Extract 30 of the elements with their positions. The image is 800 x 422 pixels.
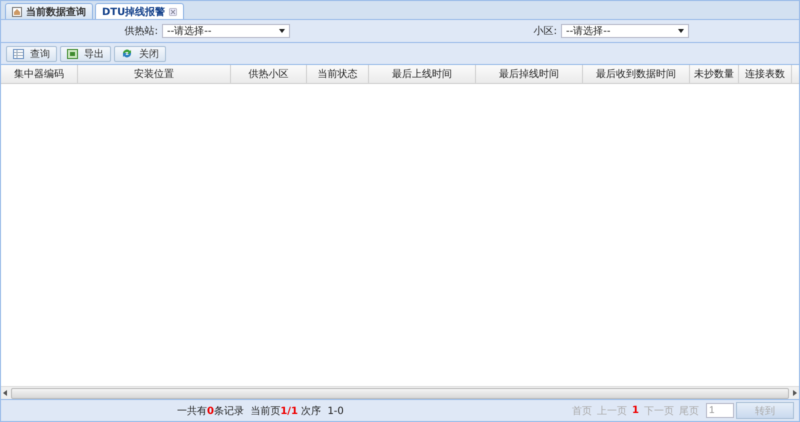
scroll-left-icon[interactable] <box>1 389 9 397</box>
filter-label: 供热站: <box>124 24 158 38</box>
column-header[interactable]: 最后上线时间 <box>369 65 476 83</box>
home-icon <box>12 6 22 16</box>
dropdown-arrow-icon <box>279 29 285 33</box>
pager-link[interactable]: 1 <box>632 405 639 416</box>
dropdown-arrow-icon <box>678 29 684 33</box>
tab[interactable]: DTU掉线报警 <box>95 3 184 19</box>
column-header[interactable]: 未抄数量 <box>690 65 739 83</box>
dropdown-field[interactable]: --请选择-- <box>561 24 689 38</box>
column-header[interactable]: 最后收到数据时间 <box>583 65 690 83</box>
column-header[interactable]: 最后掉线时间 <box>476 65 583 83</box>
filter-label: 小区: <box>534 24 557 38</box>
tab[interactable]: 当前数据查询 <box>5 3 93 19</box>
dropdown-field[interactable]: --请选择-- <box>162 24 290 38</box>
scroll-right-icon[interactable] <box>791 389 799 397</box>
column-header[interactable]: 供热小区 <box>231 65 307 83</box>
column-header[interactable]: 安装位置 <box>78 65 231 83</box>
toolbar-button[interactable]: 查询 <box>6 46 57 62</box>
refresh-icon <box>121 48 133 59</box>
table-icon <box>13 48 24 58</box>
toolbar-button[interactable]: 导出 <box>60 46 111 62</box>
column-header[interactable]: 集中器编码 <box>1 65 78 83</box>
column-header[interactable]: 当前状态 <box>307 65 369 83</box>
record-summary: 一共有0条记录 当前页1/1 次序 1-0 <box>177 404 345 418</box>
toolbar-button[interactable]: 关闭 <box>114 46 166 62</box>
scrollbar-thumb[interactable] <box>11 388 789 398</box>
spreadsheet-icon <box>67 48 78 58</box>
column-header[interactable]: 连接表数 <box>739 65 792 83</box>
close-icon[interactable] <box>169 8 178 16</box>
